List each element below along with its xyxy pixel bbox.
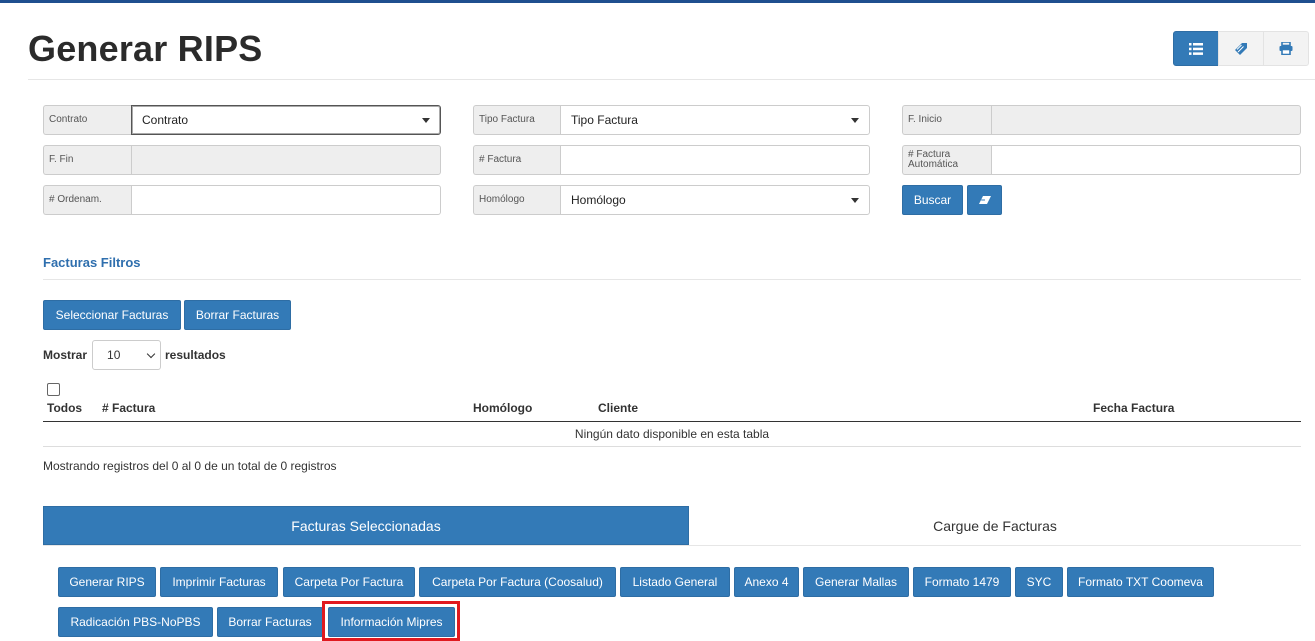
- print-icon: [1279, 42, 1293, 55]
- listado-general-button[interactable]: Listado General: [620, 567, 730, 597]
- formato-1479-button[interactable]: Formato 1479: [913, 567, 1011, 597]
- tab-facturas-seleccionadas[interactable]: Facturas Seleccionadas: [43, 506, 689, 545]
- radicacion-pbs-nopbs-button[interactable]: Radicación PBS-NoPBS: [58, 607, 213, 637]
- seleccionar-facturas-button[interactable]: Seleccionar Facturas: [43, 300, 181, 330]
- contrato-select[interactable]: Contrato: [131, 105, 441, 135]
- factura-automatica-label: # Factura Automática: [902, 145, 991, 175]
- tab-bar: Facturas Seleccionadas Cargue de Factura…: [43, 506, 1301, 546]
- borrar-facturas-button[interactable]: Borrar Facturas: [217, 607, 323, 637]
- column-header-homologo[interactable]: Homólogo: [473, 401, 532, 415]
- facturas-filtros-title: Facturas Filtros: [43, 255, 141, 270]
- column-header-todos[interactable]: Todos: [47, 401, 82, 415]
- page-length-select[interactable]: 10: [92, 340, 162, 370]
- caret-down-icon: [422, 117, 430, 123]
- f-fin-field: F. Fin: [43, 145, 441, 175]
- tag-button[interactable]: [1218, 31, 1264, 66]
- homologo-label: Homólogo: [473, 185, 560, 215]
- page-length-control: Mostrar 10 resultados: [43, 340, 226, 370]
- f-fin-input[interactable]: [131, 145, 441, 175]
- list-icon: [1189, 42, 1203, 55]
- contrato-value: Contrato: [142, 113, 189, 127]
- highlight-box: [322, 601, 460, 641]
- table-info: Mostrando registros del 0 al 0 de un tot…: [43, 459, 337, 473]
- ordenam-input[interactable]: [131, 185, 441, 215]
- formato-txt-coomeva-button[interactable]: Formato TXT Coomeva: [1067, 567, 1214, 597]
- num-factura-label: # Factura: [473, 145, 560, 175]
- f-inicio-input[interactable]: [991, 105, 1301, 135]
- f-inicio-label: F. Inicio: [902, 105, 991, 135]
- tipo-factura-label: Tipo Factura: [473, 105, 560, 135]
- contrato-label: Contrato: [43, 105, 131, 135]
- carpeta-por-factura-coosalud-button[interactable]: Carpeta Por Factura (Coosalud): [419, 567, 616, 597]
- tag-icon: [1235, 42, 1247, 55]
- clear-filters-button[interactable]: [967, 185, 1002, 215]
- eraser-icon: [978, 196, 991, 204]
- empty-table-row: Ningún dato disponible en esta tabla: [43, 422, 1301, 447]
- column-header-cliente[interactable]: Cliente: [598, 401, 638, 415]
- caret-down-icon: [851, 197, 859, 203]
- num-factura-field: # Factura: [473, 145, 870, 175]
- homologo-select[interactable]: Homólogo: [560, 185, 870, 215]
- column-header-fecha-factura[interactable]: Fecha Factura: [1093, 401, 1174, 415]
- mostrar-label: Mostrar: [43, 348, 88, 362]
- ordenam-label: # Ordenam.: [43, 185, 131, 215]
- caret-down-icon: [851, 117, 859, 123]
- generar-rips-button[interactable]: Generar RIPS: [58, 567, 156, 597]
- syc-button[interactable]: SYC: [1015, 567, 1063, 597]
- imprimir-facturas-button[interactable]: Imprimir Facturas: [160, 567, 278, 597]
- tipo-factura-value: Tipo Factura: [571, 113, 638, 127]
- page-title: Generar RIPS: [28, 28, 263, 69]
- factura-automatica-label-line2: Automática: [908, 159, 959, 170]
- contrato-field: Contrato Contrato: [43, 105, 441, 135]
- homologo-value: Homólogo: [571, 193, 626, 207]
- ordenam-field: # Ordenam.: [43, 185, 441, 215]
- anexo-4-button[interactable]: Anexo 4: [734, 567, 799, 597]
- f-fin-label: F. Fin: [43, 145, 131, 175]
- borrar-facturas-filter-button[interactable]: Borrar Facturas: [184, 300, 291, 330]
- generar-mallas-button[interactable]: Generar Mallas: [803, 567, 909, 597]
- tipo-factura-select[interactable]: Tipo Factura: [560, 105, 870, 135]
- f-inicio-field: F. Inicio: [902, 105, 1301, 135]
- list-view-button[interactable]: [1173, 31, 1219, 66]
- chevron-down-icon: [146, 349, 156, 358]
- print-button[interactable]: [1263, 31, 1309, 66]
- page-length-value: 10: [107, 348, 121, 362]
- carpeta-por-factura-button[interactable]: Carpeta Por Factura: [283, 567, 415, 597]
- section-divider: [43, 279, 1301, 280]
- title-divider: [28, 79, 1315, 80]
- view-toolbar: [1173, 31, 1309, 66]
- tab-cargue-de-facturas[interactable]: Cargue de Facturas: [689, 506, 1301, 545]
- select-all-checkbox[interactable]: [47, 383, 60, 396]
- factura-automatica-field: # Factura Automática: [902, 145, 1301, 175]
- homologo-field: Homólogo Homólogo: [473, 185, 870, 215]
- num-factura-input[interactable]: [560, 145, 870, 175]
- top-accent-bar: [0, 0, 1315, 3]
- factura-automatica-input[interactable]: [991, 145, 1301, 175]
- buscar-button[interactable]: Buscar: [902, 185, 963, 215]
- column-header-factura[interactable]: # Factura: [102, 401, 155, 415]
- tipo-factura-field: Tipo Factura Tipo Factura: [473, 105, 870, 135]
- resultados-label: resultados: [165, 348, 226, 362]
